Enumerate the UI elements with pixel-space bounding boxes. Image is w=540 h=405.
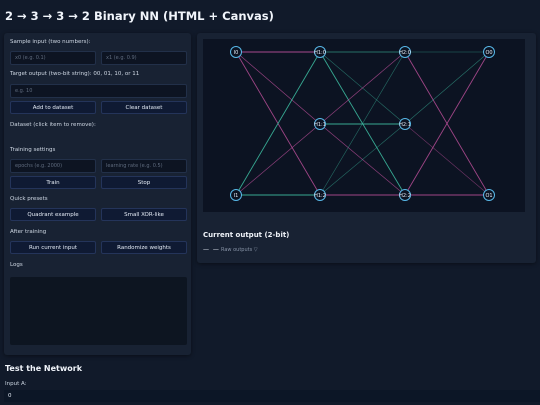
node-h1-1: H1:1 — [314, 118, 326, 130]
network-canvas: I0 I1 H1:0 H1:1 H1:2 H2:0 H2:1 H2:2 O0 O… — [203, 39, 525, 212]
node-label: H2:0 — [399, 50, 411, 56]
x0-input[interactable] — [10, 51, 96, 65]
dataset-label: Dataset (click item to remove): — [10, 122, 96, 128]
sample-input-label: Sample input (two numbers): — [10, 39, 91, 45]
quick-presets-label: Quick presets — [10, 196, 48, 202]
current-output-title: Current output (2-bit) — [203, 231, 290, 239]
controls-panel: Sample input (two numbers): Target outpu… — [4, 33, 191, 355]
stop-button[interactable]: Stop — [101, 176, 187, 189]
raw-outputs-toggle[interactable]: Raw outputs ▽ — [221, 247, 258, 253]
input-a-field[interactable] — [4, 390, 540, 402]
edge-h2-1-o0 — [404, 51, 490, 125]
node-h2-1: H2:1 — [399, 118, 411, 130]
node-label: H1:0 — [314, 50, 326, 56]
node-label: I1 — [234, 193, 239, 199]
node-label: H1:2 — [314, 193, 326, 199]
target-input[interactable] — [10, 84, 187, 98]
node-i1: I1 — [230, 189, 242, 201]
logs-label: Logs — [10, 262, 23, 268]
run-current-input-button[interactable]: Run current input — [10, 241, 96, 254]
page-title: 2 → 3 → 3 → 2 Binary NN (HTML + Canvas) — [5, 9, 274, 23]
training-settings-label: Training settings — [10, 147, 56, 153]
node-h2-2: H2:2 — [399, 189, 411, 201]
node-label: O0 — [485, 50, 492, 56]
xor-like-button[interactable]: Small XOR-like — [101, 208, 187, 221]
output-value: — — — [203, 246, 220, 253]
node-o0: O0 — [483, 46, 495, 58]
logs-area — [10, 277, 187, 345]
epochs-input[interactable] — [10, 159, 96, 173]
visualization-panel: I0 I1 H1:0 H1:1 H1:2 H2:0 H2:1 H2:2 O0 O… — [197, 33, 536, 263]
network-diagram: I0 I1 H1:0 H1:1 H1:2 H2:0 H2:1 H2:2 O0 O… — [230, 46, 495, 201]
x1-input[interactable] — [101, 51, 187, 65]
node-label: H2:2 — [399, 193, 411, 199]
node-h1-0: H1:0 — [314, 46, 326, 58]
node-label: O1 — [485, 193, 492, 199]
edge-i0-h1-1 — [235, 51, 321, 125]
node-i0: I0 — [230, 46, 242, 58]
quadrant-example-button[interactable]: Quadrant example — [10, 208, 96, 221]
node-h1-2: H1:2 — [314, 189, 326, 201]
target-output-label: Target output (two-bit string): 00, 01, … — [10, 71, 140, 77]
test-section-title: Test the Network — [5, 364, 83, 373]
add-to-dataset-button[interactable]: Add to dataset — [10, 101, 96, 114]
node-h2-0: H2:0 — [399, 46, 411, 58]
node-label: H2:1 — [399, 122, 411, 128]
after-training-label: After training — [10, 229, 47, 235]
train-button[interactable]: Train — [10, 176, 96, 189]
learning-rate-input[interactable] — [101, 159, 187, 173]
edge-h2-1-o1 — [404, 123, 490, 196]
node-o1: O1 — [483, 189, 495, 201]
node-label: I0 — [234, 50, 239, 56]
clear-dataset-button[interactable]: Clear dataset — [101, 101, 187, 114]
node-label: H1:1 — [314, 122, 326, 128]
edges — [235, 51, 490, 196]
randomize-weights-button[interactable]: Randomize weights — [101, 241, 187, 254]
input-a-label: Input A: — [5, 381, 27, 387]
edge-i1-h1-1 — [235, 123, 321, 196]
